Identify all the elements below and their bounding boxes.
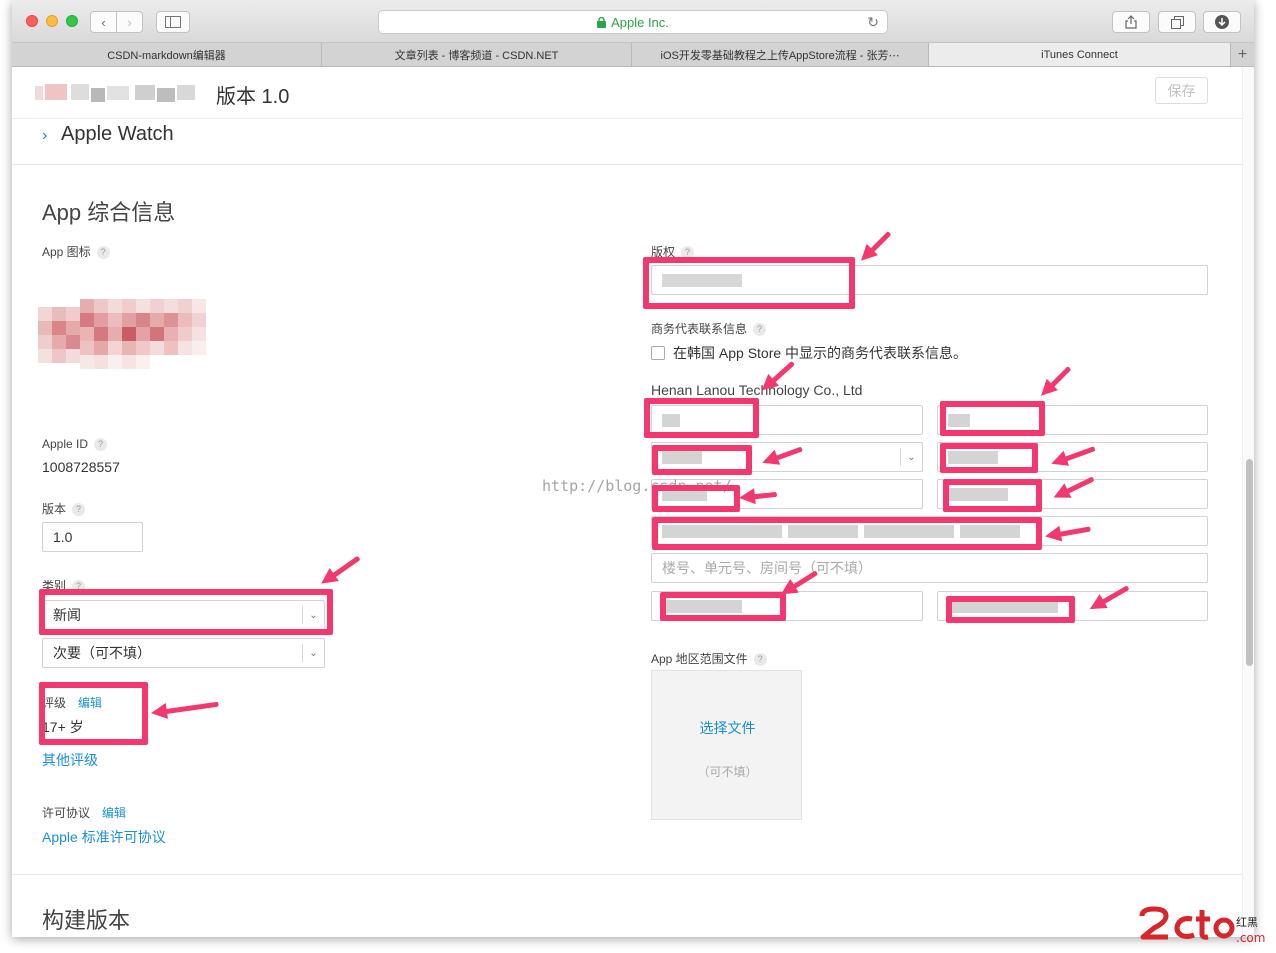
arrow-copyright <box>865 231 892 258</box>
korea-checkbox-row: 在韩国 App Store 中显示的商务代表联系信息。 <box>651 343 967 363</box>
choose-file-link[interactable]: 选择文件 <box>652 718 803 738</box>
downloads-button[interactable] <box>1203 11 1241 33</box>
highlight-copyright <box>643 257 855 309</box>
tabs-icon <box>1170 15 1184 29</box>
save-button[interactable]: 保存 <box>1155 77 1208 104</box>
highlight-country <box>652 445 752 475</box>
browser-toolbar: ‹ › Apple Inc. ↻ <box>12 0 1254 43</box>
tab-itunes-connect[interactable]: iTunes Connect <box>929 43 1231 66</box>
close-window-button[interactable] <box>26 15 38 27</box>
chevron-right-icon: › <box>127 14 132 30</box>
highlight-rating <box>39 682 148 745</box>
region-file-label: App 地区范围文件? <box>651 650 767 667</box>
build-section-title: 构建版本 <box>42 908 131 933</box>
app-info-title: App 综合信息 <box>42 200 176 225</box>
apple-id-value: 1008728557 <box>42 459 120 475</box>
highlight-category <box>39 589 333 635</box>
version-input[interactable]: 1.0 <box>42 522 143 552</box>
arrow-last-name <box>1045 366 1072 393</box>
help-icon[interactable]: ? <box>94 438 108 451</box>
address-line2-input[interactable]: 楼号、单元号、房间号（可不填） <box>651 553 1208 583</box>
site-logo: 红黑 .com <box>1138 904 1272 948</box>
app-icon-label: App 图标? <box>42 243 110 260</box>
apple-watch-row[interactable]: › Apple Watch <box>12 118 1254 165</box>
tab-csdn-markdown[interactable]: CSDN-markdown编辑器 <box>12 43 322 66</box>
highlight-address <box>652 517 1042 550</box>
chevron-right-icon: › <box>42 127 48 144</box>
site-logo-mark: 红黑 .com <box>1139 906 1265 945</box>
license-edit-link[interactable]: 编辑 <box>102 806 126 820</box>
chevron-down-icon: ⌄ <box>900 448 922 466</box>
page-content: 版本 1.0 保存 › Apple Watch App 综合信息 App 图标?… <box>12 67 1254 937</box>
chevron-left-icon: ‹ <box>101 14 106 30</box>
license-link[interactable]: Apple 标准许可协议 <box>42 827 166 847</box>
help-icon[interactable]: ? <box>96 246 110 259</box>
highlight-phone <box>940 443 1038 473</box>
lock-icon <box>597 16 607 28</box>
highlight-city <box>943 479 1042 512</box>
page-scrollbar[interactable] <box>1242 67 1254 937</box>
version-title: 版本 1.0 <box>216 86 290 108</box>
tab-csdn-articles[interactable]: 文章列表 - 博客频道 - CSDN.NET <box>322 43 632 66</box>
browser-window: ‹ › Apple Inc. ↻ CSDN-markdown编辑器 文章列表 -… <box>12 0 1254 937</box>
optional-note: （可不填） <box>697 765 758 779</box>
help-icon[interactable]: ? <box>753 323 767 336</box>
tab-ios-tutorial[interactable]: iOS开发零基础教程之上传AppStore流程 - 张芳⋯ <box>632 43 929 66</box>
secondary-category-select[interactable]: 次要（可不填） ⌄ <box>42 638 325 668</box>
sidebar-button[interactable] <box>156 11 190 33</box>
share-icon <box>1125 15 1137 29</box>
reload-icon[interactable]: ↻ <box>867 14 879 31</box>
license-label: 许可协议 编辑 <box>42 806 127 820</box>
version-label: 版本? <box>42 500 86 517</box>
new-tab-button[interactable]: + <box>1231 43 1254 66</box>
download-icon <box>1215 15 1229 29</box>
tabs-overview-button[interactable] <box>1158 11 1196 33</box>
highlight-first-name <box>644 398 759 438</box>
apple-id-label: Apple ID? <box>42 437 108 451</box>
forward-button[interactable]: › <box>116 11 143 33</box>
back-button[interactable]: ‹ <box>90 11 117 33</box>
arrow-rating <box>158 701 219 715</box>
svg-text:红黑: 红黑 <box>1236 916 1258 929</box>
other-ratings-link[interactable]: 其他评级 <box>42 750 98 770</box>
app-icon-image <box>38 291 228 381</box>
help-icon[interactable]: ? <box>753 653 767 666</box>
zoom-window-button[interactable] <box>66 15 78 27</box>
share-button[interactable] <box>1112 11 1150 33</box>
minimize-window-button[interactable] <box>46 15 58 27</box>
chevron-down-icon: ⌄ <box>302 644 324 662</box>
sidebar-icon <box>165 16 181 28</box>
svg-text:.com: .com <box>1236 931 1265 945</box>
highlight-state <box>660 592 786 621</box>
arrow-category <box>326 555 361 582</box>
korea-checkbox[interactable] <box>651 346 665 360</box>
highlight-postal-code <box>946 596 1075 623</box>
help-icon[interactable]: ? <box>72 503 86 516</box>
address-bar[interactable]: Apple Inc. ↻ <box>378 10 888 34</box>
region-file-dropzone[interactable]: 选择文件 （可不填） <box>651 670 802 820</box>
scrollbar-thumb[interactable] <box>1246 459 1253 666</box>
highlight-last-name <box>940 401 1045 436</box>
url-text: Apple Inc. <box>611 14 669 30</box>
rep-contact-label: 商务代表联系信息? <box>651 320 767 337</box>
apple-watch-label: Apple Watch <box>61 123 174 145</box>
highlight-email <box>652 485 740 512</box>
tab-bar: CSDN-markdown编辑器 文章列表 - 博客频道 - CSDN.NET … <box>12 43 1254 67</box>
section-divider <box>12 874 1254 875</box>
plus-icon: + <box>1237 45 1248 63</box>
app-name-blurred <box>35 82 210 104</box>
